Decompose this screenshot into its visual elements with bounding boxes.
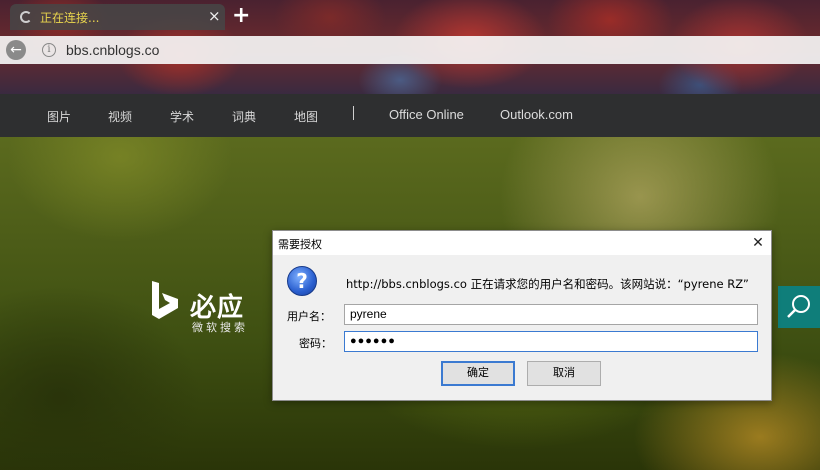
back-arrow-icon[interactable]: ←	[6, 40, 26, 60]
dialog-title: 需要授权	[278, 238, 322, 251]
dialog-titlebar[interactable]: 需要授权 ✕	[273, 231, 771, 255]
browser-tab[interactable]: 正在连接... ×	[10, 4, 225, 30]
nav-item-images[interactable]: 图片	[47, 108, 71, 125]
bing-subtitle: 微软搜索	[192, 321, 248, 334]
nav-divider	[353, 106, 354, 120]
username-field[interactable]: pyrene	[344, 304, 758, 325]
nav-link-office-online[interactable]: Office Online	[389, 107, 464, 122]
nav-item-academic[interactable]: 学术	[170, 108, 194, 125]
auth-dialog: 需要授权 ✕ ? http://bbs.cnblogs.co 正在请求您的用户名…	[272, 230, 772, 401]
new-tab-button[interactable]: +	[232, 4, 250, 28]
username-label: 用户名：	[287, 310, 331, 323]
ok-button[interactable]: 确定	[441, 361, 515, 386]
dialog-close-icon[interactable]: ✕	[747, 233, 769, 253]
search-button[interactable]	[778, 286, 820, 328]
bing-nav-bar: 图片 视频 学术 词典 地图 Office Online Outlook.com	[0, 94, 820, 137]
cancel-button[interactable]: 取消	[527, 361, 601, 386]
tab-title: 正在连接...	[40, 11, 100, 25]
nav-item-videos[interactable]: 视频	[108, 108, 132, 125]
tab-close-icon[interactable]: ×	[208, 7, 221, 25]
bing-logo-icon	[152, 281, 178, 319]
password-field[interactable]: ●●●●●●	[344, 331, 758, 352]
password-label: 密码：	[299, 337, 332, 350]
url-text[interactable]: bbs.cnblogs.co	[66, 42, 159, 58]
loading-spinner-icon	[20, 11, 32, 23]
info-icon[interactable]: i	[42, 43, 56, 57]
address-bar[interactable]: ← i bbs.cnblogs.co	[0, 36, 820, 64]
nav-link-outlook[interactable]: Outlook.com	[500, 107, 573, 122]
nav-item-maps[interactable]: 地图	[294, 108, 318, 125]
dialog-message: http://bbs.cnblogs.co 正在请求您的用户名和密码。该网站说：…	[346, 277, 749, 291]
search-icon	[787, 295, 810, 318]
browser-chrome: 正在连接... × + ← i bbs.cnblogs.co	[0, 0, 820, 94]
nav-item-dictionary[interactable]: 词典	[232, 108, 256, 125]
question-icon: ?	[287, 266, 317, 296]
